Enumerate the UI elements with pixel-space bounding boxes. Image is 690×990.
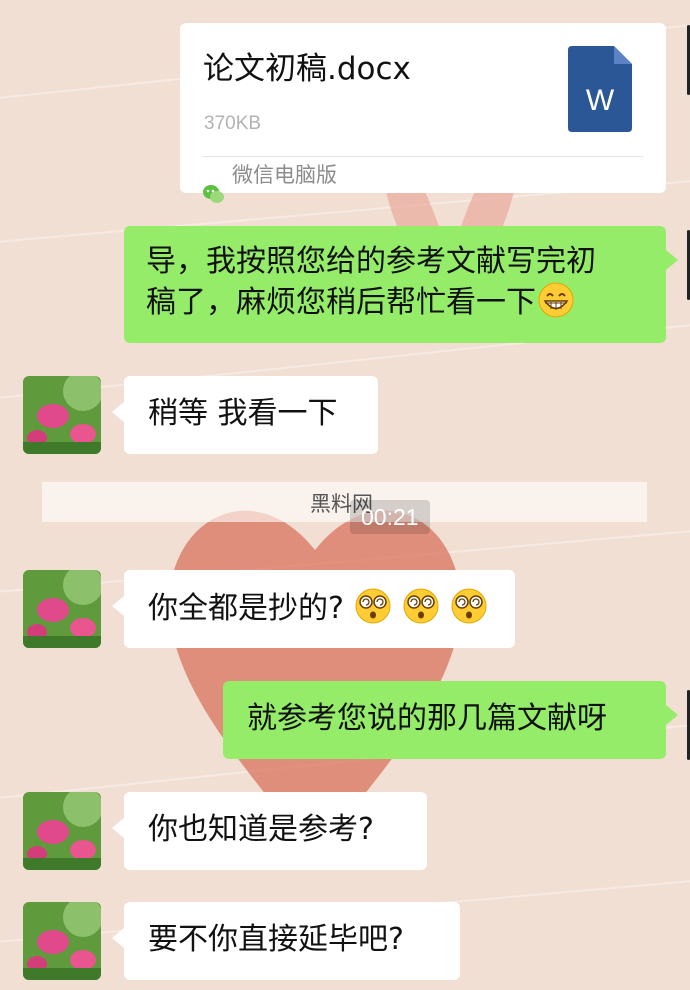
message-text: 你全都是抄的?	[148, 591, 344, 626]
message-text-line: 导，我按照您给的参考文献写完初	[146, 244, 596, 279]
file-size: 370KB	[204, 113, 262, 134]
word-icon-letter: W	[586, 84, 615, 117]
contact-avatar[interactable]	[23, 792, 101, 870]
incoming-message-bubble[interactable]: 要不你直接延毕吧?	[112, 902, 460, 980]
outgoing-message-bubble[interactable]: 就参考您说的那几篇文献呀	[223, 681, 678, 759]
file-message-card[interactable]: 论文初稿.docx 370KB W 微信电脑版	[180, 23, 666, 203]
incoming-message-bubble[interactable]: 稍等 我看一下	[112, 376, 378, 454]
word-doc-icon: W	[568, 46, 632, 132]
message-timestamp: 00:21	[350, 500, 430, 534]
contact-avatar[interactable]	[23, 376, 101, 454]
incoming-message-bubble[interactable]: 你也知道是参考?	[112, 792, 427, 870]
contact-avatar[interactable]	[23, 570, 101, 648]
message-text: 要不你直接延毕吧?	[148, 922, 404, 957]
file-card-divider	[202, 156, 644, 157]
message-text: 稍等 我看一下	[148, 396, 338, 431]
message-text-line: 稿了，麻烦您稍后帮忙看一下	[146, 285, 536, 320]
dizzy-face-emoji	[403, 588, 439, 624]
wechat-icon	[203, 185, 224, 203]
incoming-message-bubble[interactable]: 你全都是抄的?	[112, 570, 515, 648]
dizzy-face-emoji	[355, 588, 391, 624]
outgoing-message-bubble[interactable]: 导，我按照您给的参考文献写完初 稿了，麻烦您稍后帮忙看一下	[124, 226, 678, 343]
message-text: 就参考您说的那几篇文献呀	[247, 701, 607, 736]
file-source-label: 微信电脑版	[232, 163, 337, 187]
file-name: 论文初稿.docx	[203, 51, 411, 87]
grin-emoji	[538, 282, 574, 318]
contact-avatar[interactable]	[23, 902, 101, 980]
dizzy-face-emoji	[451, 588, 487, 624]
message-text: 你也知道是参考?	[148, 812, 374, 847]
